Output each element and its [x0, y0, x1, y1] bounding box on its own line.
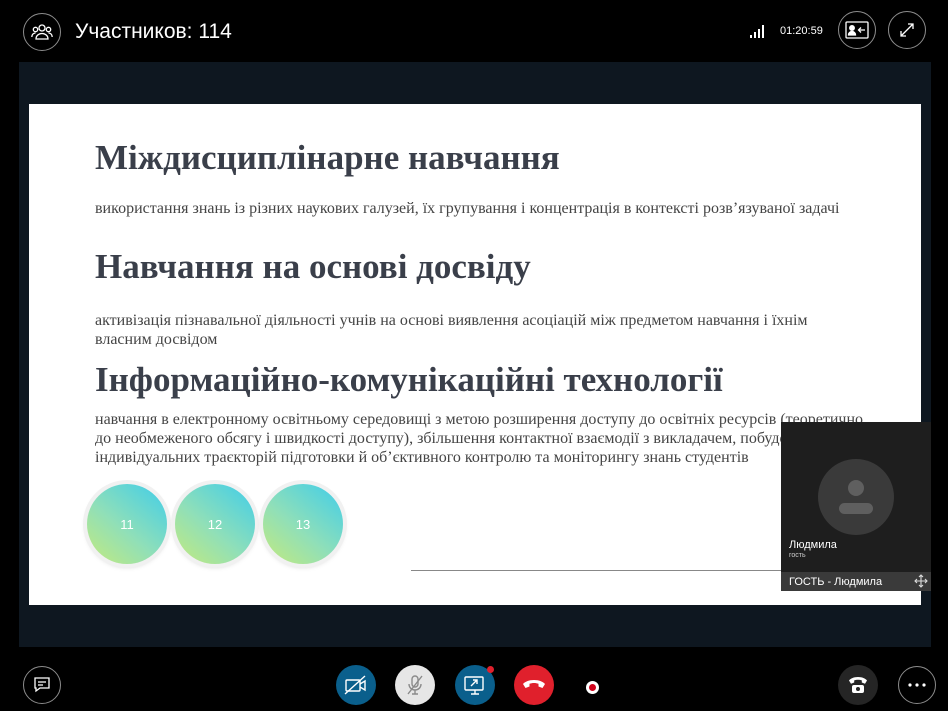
share-active-dot	[487, 666, 494, 673]
slide-heading-2: Навчання на основі досвіду	[95, 247, 531, 286]
camera-toggle-button[interactable]	[336, 665, 376, 705]
slide-bubble-13: 13	[263, 484, 343, 564]
bottom-control-bar	[0, 648, 948, 711]
person-silhouette-icon	[839, 480, 873, 514]
chat-button[interactable]	[23, 666, 61, 704]
slide-heading-1: Міждисциплінарне навчання	[95, 138, 560, 177]
chat-bubble-icon	[34, 677, 50, 693]
record-button[interactable]	[586, 681, 599, 694]
slide-text-2: активізація пізнавальної діяльності учні…	[95, 312, 808, 348]
self-view-caption: ГОСТЬ - Людмила	[789, 576, 883, 588]
mic-off-icon	[407, 675, 423, 695]
self-video-tile[interactable]: Людмила гость	[781, 422, 931, 572]
share-screen-icon	[464, 676, 484, 695]
slide-text-1: використання знань із різних наукових га…	[95, 200, 840, 217]
self-view-name: Людмила	[789, 539, 837, 551]
avatar	[818, 459, 894, 535]
slide-bubble-11: 11	[87, 484, 167, 564]
self-view-role: гость	[789, 552, 806, 559]
share-screen-button[interactable]	[455, 665, 495, 705]
participants-count: Участников: 114	[75, 20, 232, 43]
participants-button[interactable]	[23, 13, 61, 51]
phone-icon	[849, 677, 867, 693]
self-view-caption-bar: ГОСТЬ - Людмила	[781, 572, 931, 591]
slide-heading-3: Інформаційно-комунікаційні технології	[95, 360, 723, 399]
more-dots-icon	[908, 683, 926, 687]
call-timer: 01:20:59	[780, 25, 823, 37]
camera-off-icon	[344, 675, 366, 695]
top-bar: Участников: 114 01:20:59	[0, 0, 948, 62]
phone-hangup-icon	[523, 680, 545, 688]
video-layout-button[interactable]	[838, 11, 876, 49]
hang-up-button[interactable]	[514, 665, 554, 705]
fullscreen-button[interactable]	[888, 11, 926, 49]
more-options-button[interactable]	[898, 666, 936, 704]
signal-bars-icon	[750, 25, 764, 38]
contact-card-icon	[845, 21, 869, 39]
mic-toggle-button[interactable]	[395, 665, 435, 705]
slide-bubble-12: 12	[175, 484, 255, 564]
slide-divider-line	[411, 570, 781, 571]
dialpad-button[interactable]	[838, 665, 878, 705]
slide-text-3: навчання в електронному освітньому серед…	[95, 411, 864, 466]
expand-icon	[900, 23, 914, 37]
record-icon	[589, 684, 596, 691]
move-icon[interactable]	[914, 574, 928, 588]
people-icon	[31, 24, 53, 40]
